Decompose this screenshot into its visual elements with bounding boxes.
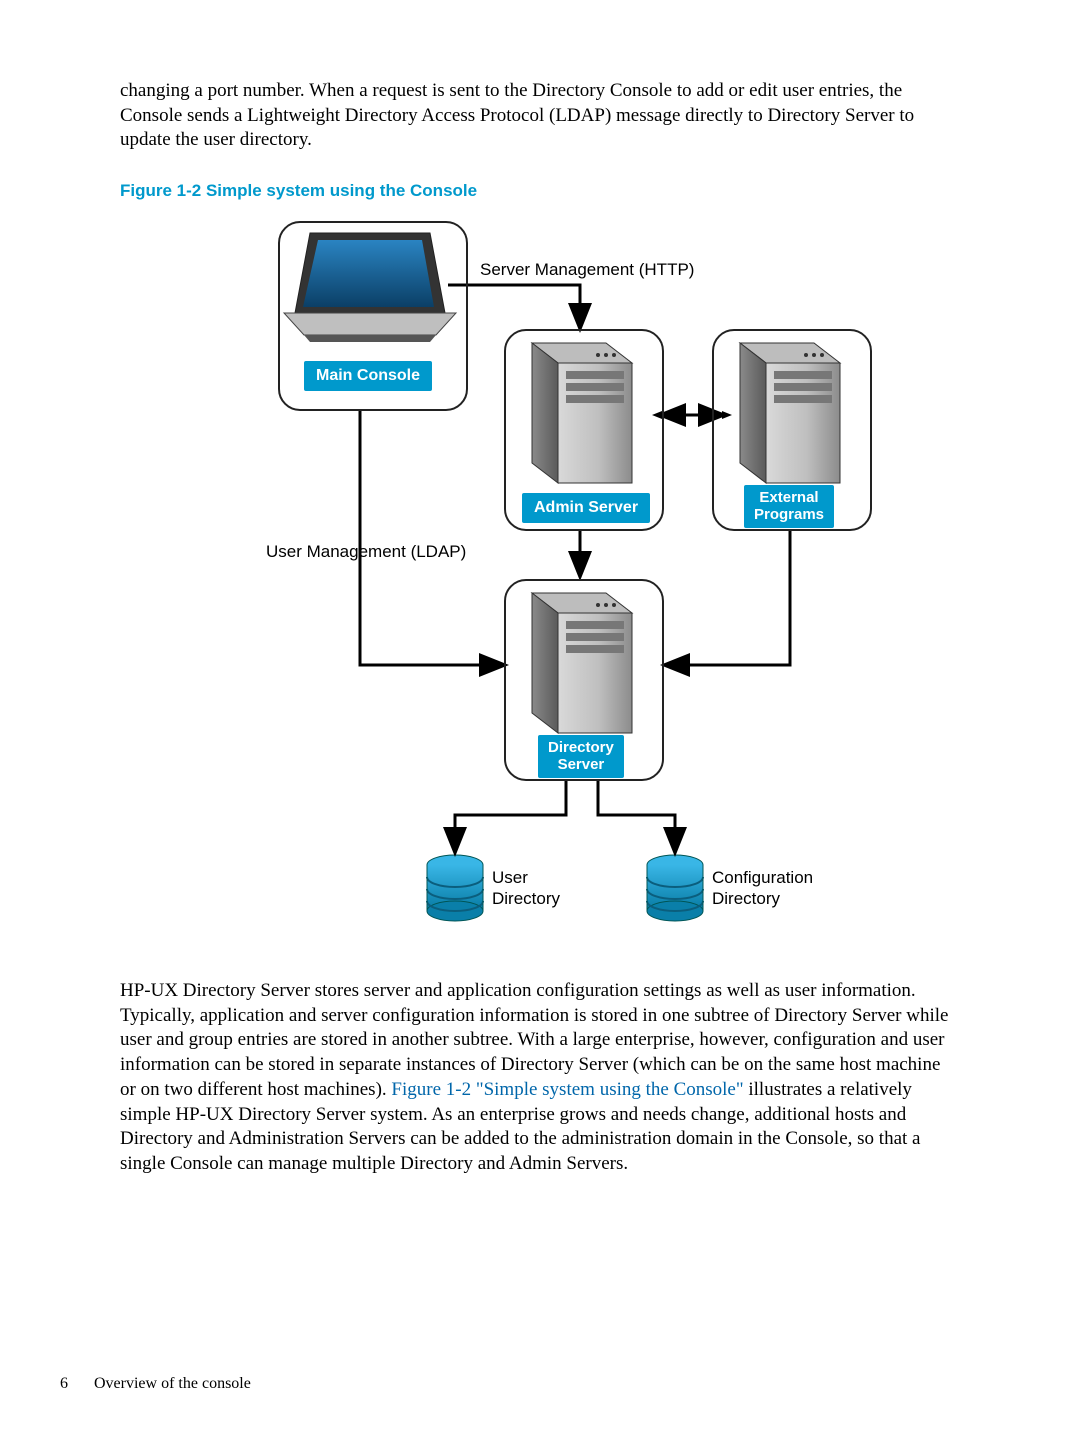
server-mgmt-label: Server Management (HTTP) bbox=[480, 259, 694, 280]
bottom-paragraph: HP-UX Directory Server stores server and… bbox=[120, 979, 960, 1177]
admin-server-chip: Admin Server bbox=[522, 493, 650, 523]
user-directory-label: User Directory bbox=[492, 867, 632, 910]
figure-caption: Figure 1-2 Simple system using the Conso… bbox=[120, 181, 960, 201]
directory-server-chip: Directory Server bbox=[538, 735, 624, 778]
database-icon-config bbox=[647, 855, 703, 921]
directory-server-l2: Server bbox=[558, 756, 605, 773]
document-page: changing a port number. When a request i… bbox=[0, 0, 1080, 1438]
config-dir-l2: Directory bbox=[712, 889, 780, 908]
external-programs-l2: Programs bbox=[754, 506, 824, 523]
directory-server-l1: Directory bbox=[548, 739, 614, 756]
page-number: 6 bbox=[60, 1375, 90, 1393]
user-dir-l2: Directory bbox=[492, 889, 560, 908]
config-directory-label: Configuration Directory bbox=[712, 867, 852, 910]
user-dir-l1: User bbox=[492, 868, 528, 887]
database-icon-user bbox=[427, 855, 483, 921]
config-dir-l1: Configuration bbox=[712, 868, 813, 887]
footer-title: Overview of the console bbox=[94, 1375, 251, 1392]
user-mgmt-label: User Management (LDAP) bbox=[266, 541, 466, 562]
page-footer: 6 Overview of the console bbox=[60, 1375, 251, 1393]
external-programs-l1: External bbox=[759, 489, 818, 506]
figure-crossref-link[interactable]: Figure 1-2 "Simple system using the Cons… bbox=[391, 1079, 743, 1100]
top-paragraph: changing a port number. When a request i… bbox=[120, 79, 960, 153]
external-programs-chip: External Programs bbox=[744, 485, 834, 528]
main-console-chip: Main Console bbox=[304, 361, 432, 391]
figure-diagram: Main Console Admin Server External Progr… bbox=[200, 215, 920, 955]
